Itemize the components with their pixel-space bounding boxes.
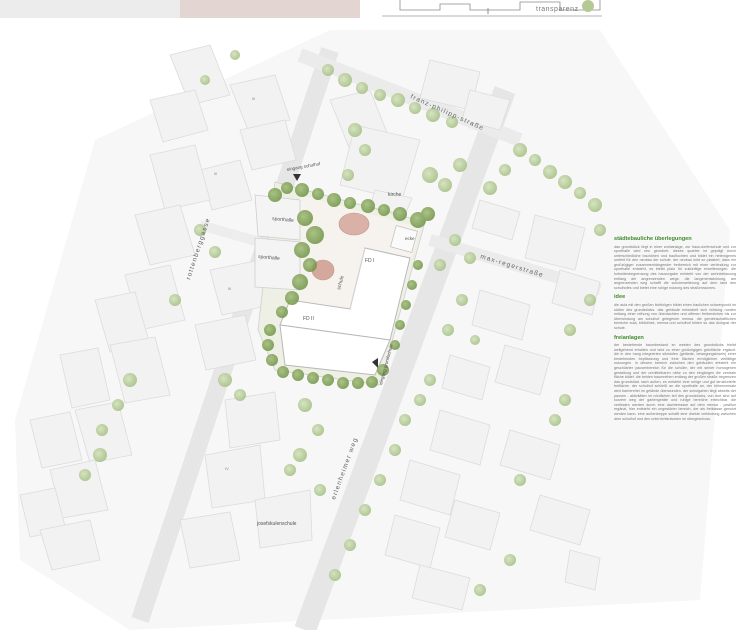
label-joseftischule: josefskulenschule (256, 521, 297, 527)
text-panel: städtebauliche überlegungen das grundstü… (614, 236, 736, 596)
label-og1: FD I (365, 258, 374, 264)
section-heading: städtebauliche überlegungen (614, 236, 692, 242)
label-og2: FD II (303, 316, 314, 322)
section-body: das grundstück liegt in einer wohlanlage… (614, 244, 736, 290)
top-banner (0, 0, 610, 18)
label-ecke: ecke (405, 236, 415, 241)
section-heading: freianlagen (614, 334, 644, 341)
svg-text:IV: IV (225, 466, 229, 471)
section-body: die aula mit den großen lichtbögen bilde… (614, 302, 736, 330)
section-freianlagen: freianlagen der bestehende baumbestand i… (614, 335, 736, 422)
label-kirche: kirche (388, 192, 402, 198)
svg-text:III: III (214, 171, 217, 176)
header-caption: transparenz (536, 6, 579, 13)
section-staedtebau: städtebauliche überlegungen das grundstü… (614, 236, 736, 290)
svg-text:III: III (252, 96, 255, 101)
section-heading: idee (614, 294, 626, 301)
section-idee: idee die aula mit den großen lichtbögen … (614, 294, 736, 330)
section-body: der bestehende baumbestand im westen des… (614, 343, 736, 421)
svg-text:III: III (228, 286, 231, 291)
